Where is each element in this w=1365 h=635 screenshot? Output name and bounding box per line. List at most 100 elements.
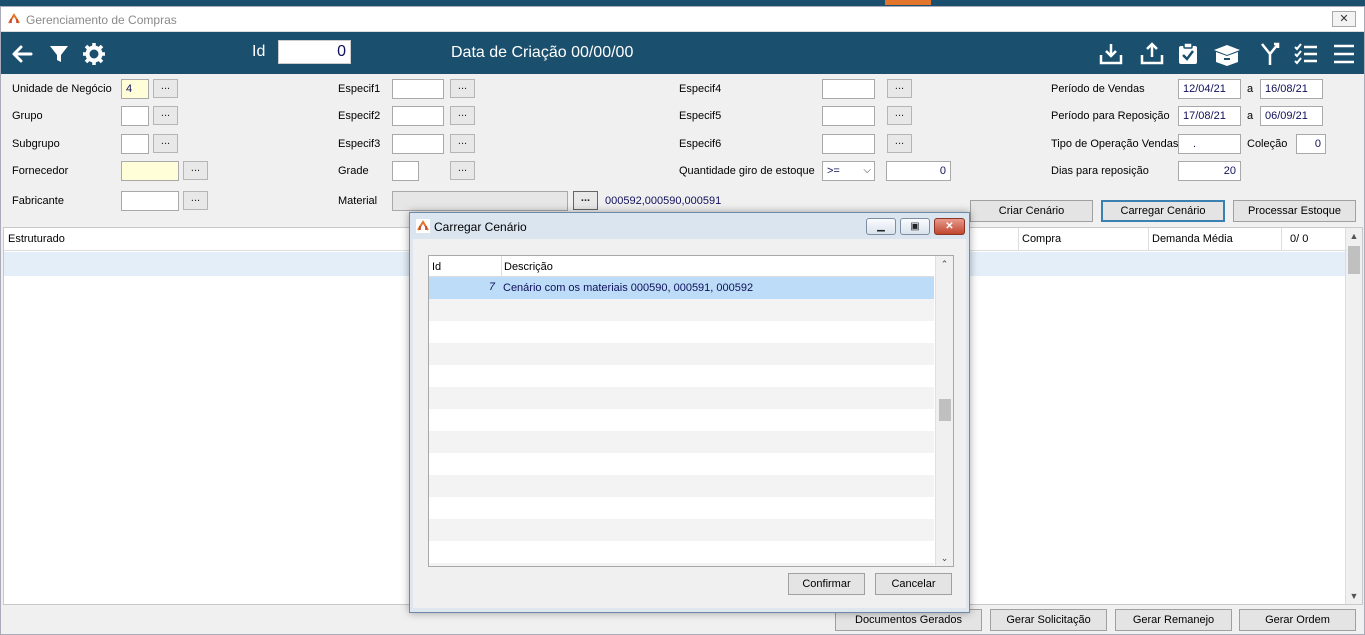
periodo-reposicao-from-input[interactable]: 17/08/21: [1178, 106, 1241, 126]
periodo-vendas-to-input[interactable]: 16/08/21: [1260, 79, 1323, 99]
grupo-label: Grupo: [12, 110, 43, 122]
periodo-reposicao-to-input[interactable]: 06/09/21: [1260, 106, 1323, 126]
chevron-up-icon[interactable]: ⌃: [936, 256, 953, 272]
grupo-lookup-button[interactable]: ...: [153, 106, 178, 125]
table-row[interactable]: [429, 519, 934, 541]
especif2-input[interactable]: [392, 106, 444, 126]
giro-estoque-label: Quantidade giro de estoque: [679, 165, 815, 177]
especif6-lookup-button[interactable]: ...: [887, 134, 912, 153]
giro-value-input[interactable]: 0: [886, 161, 951, 181]
carregar-cenario-button[interactable]: Carregar Cenário: [1101, 200, 1225, 222]
minimize-icon[interactable]: ▁: [866, 218, 896, 235]
cancelar-button[interactable]: Cancelar: [875, 573, 952, 595]
tipo-operacao-label: Tipo de Operação Vendas: [1051, 138, 1179, 150]
unidade-negocio-input[interactable]: 4: [121, 79, 149, 99]
table-row[interactable]: [429, 431, 934, 453]
chevron-down-icon[interactable]: ⌄: [936, 550, 953, 566]
scroll-down-icon[interactable]: ▼: [1346, 588, 1362, 604]
close-icon[interactable]: ✕: [934, 218, 965, 235]
upload-icon[interactable]: [1139, 41, 1165, 67]
menu-icon[interactable]: [1331, 41, 1357, 67]
processar-estoque-button[interactable]: Processar Estoque: [1233, 200, 1356, 222]
cenario-scrollbar[interactable]: ⌃ ⌄: [935, 256, 953, 566]
gear-icon[interactable]: [81, 41, 107, 67]
especif5-input[interactable]: [822, 106, 875, 126]
gerar-remanejo-button[interactable]: Gerar Remanejo: [1115, 609, 1232, 631]
periodo-vendas-from-input[interactable]: 12/04/21: [1178, 79, 1241, 99]
cenario-descricao: Cenário com os materiais 000590, 000591,…: [503, 282, 754, 294]
especif1-label: Especif1: [338, 83, 381, 95]
tipo-operacao-input[interactable]: .: [1178, 134, 1241, 154]
col-separator: [501, 256, 502, 277]
download-icon[interactable]: [1098, 41, 1124, 67]
gerar-ordem-button[interactable]: Gerar Ordem: [1239, 609, 1356, 631]
material-input[interactable]: [392, 191, 568, 211]
scroll-thumb[interactable]: [1348, 246, 1360, 274]
especif3-lookup-button[interactable]: ...: [450, 134, 475, 153]
giro-operator-select[interactable]: >= ⌵: [822, 161, 875, 181]
back-arrow-icon[interactable]: [9, 41, 35, 67]
table-row[interactable]: [429, 387, 934, 409]
grupo-input[interactable]: [121, 106, 149, 126]
especif2-label: Especif2: [338, 110, 381, 122]
col-descricao[interactable]: Descrição: [504, 261, 553, 273]
cenario-id: 7: [488, 281, 495, 293]
box-icon[interactable]: [1211, 41, 1243, 67]
table-row[interactable]: [429, 475, 934, 497]
app-logo-icon: [7, 12, 21, 26]
fornecedor-lookup-button[interactable]: ...: [183, 161, 208, 180]
criar-cenario-button[interactable]: Criar Cenário: [970, 200, 1093, 222]
colecao-label: Coleção: [1247, 138, 1288, 150]
gerar-solicitacao-button[interactable]: Gerar Solicitação: [990, 609, 1107, 631]
dias-reposicao-input[interactable]: 20: [1178, 161, 1241, 181]
table-row[interactable]: 7 Cenário com os materiais 000590, 00059…: [429, 277, 934, 299]
maximize-icon[interactable]: ▣: [900, 218, 930, 235]
table-row[interactable]: [429, 453, 934, 475]
colecao-input[interactable]: 0: [1296, 134, 1326, 154]
merge-icon[interactable]: [1257, 41, 1283, 67]
table-row[interactable]: [429, 497, 934, 519]
table-row[interactable]: [429, 409, 934, 431]
grid-scrollbar[interactable]: ▲ ▼: [1345, 228, 1362, 604]
scroll-thumb[interactable]: [939, 399, 951, 421]
especif4-lookup-button[interactable]: ...: [887, 79, 912, 98]
checklist-icon[interactable]: [1293, 41, 1319, 67]
especif5-lookup-button[interactable]: ...: [887, 106, 912, 125]
cenario-grid-header: Id Descrição: [429, 256, 934, 277]
table-row[interactable]: [429, 365, 934, 387]
material-label: Material: [338, 195, 378, 207]
grade-lookup-button[interactable]: ...: [450, 161, 475, 180]
dias-reposicao-label: Dias para reposição: [1051, 165, 1149, 177]
table-row[interactable]: [429, 563, 934, 566]
col-demanda-media[interactable]: Demanda Média: [1152, 233, 1233, 245]
creation-date-label: Data de Criação 00/00/00: [451, 44, 634, 61]
table-row[interactable]: [429, 343, 934, 365]
scroll-up-icon[interactable]: ▲: [1346, 228, 1362, 244]
confirmar-button[interactable]: Confirmar: [788, 573, 865, 595]
table-row[interactable]: [429, 299, 934, 321]
col-id[interactable]: Id: [432, 261, 441, 273]
id-input[interactable]: 0: [278, 40, 351, 64]
unidade-negocio-lookup-button[interactable]: ...: [153, 79, 178, 98]
grade-input[interactable]: [392, 161, 419, 181]
especif3-input[interactable]: [392, 134, 444, 154]
table-row[interactable]: [429, 541, 934, 563]
fabricante-input[interactable]: [121, 191, 179, 211]
especif6-input[interactable]: [822, 134, 875, 154]
fornecedor-input[interactable]: [121, 161, 179, 181]
fabricante-lookup-button[interactable]: ...: [183, 191, 208, 210]
dialog-title: Carregar Cenário: [434, 220, 527, 234]
window-close-button[interactable]: ✕: [1332, 11, 1356, 27]
subgrupo-lookup-button[interactable]: ...: [153, 134, 178, 153]
especif4-input[interactable]: [822, 79, 875, 99]
material-lookup-button[interactable]: ...: [573, 191, 598, 210]
clipboard-check-icon[interactable]: [1175, 41, 1201, 67]
especif2-lookup-button[interactable]: ...: [450, 106, 475, 125]
col-estruturado[interactable]: Estruturado: [8, 233, 65, 245]
especif1-lookup-button[interactable]: ...: [450, 79, 475, 98]
table-row[interactable]: [429, 321, 934, 343]
subgrupo-input[interactable]: [121, 134, 149, 154]
especif1-input[interactable]: [392, 79, 444, 99]
col-compra[interactable]: Compra: [1022, 233, 1061, 245]
filter-icon[interactable]: [46, 41, 72, 67]
